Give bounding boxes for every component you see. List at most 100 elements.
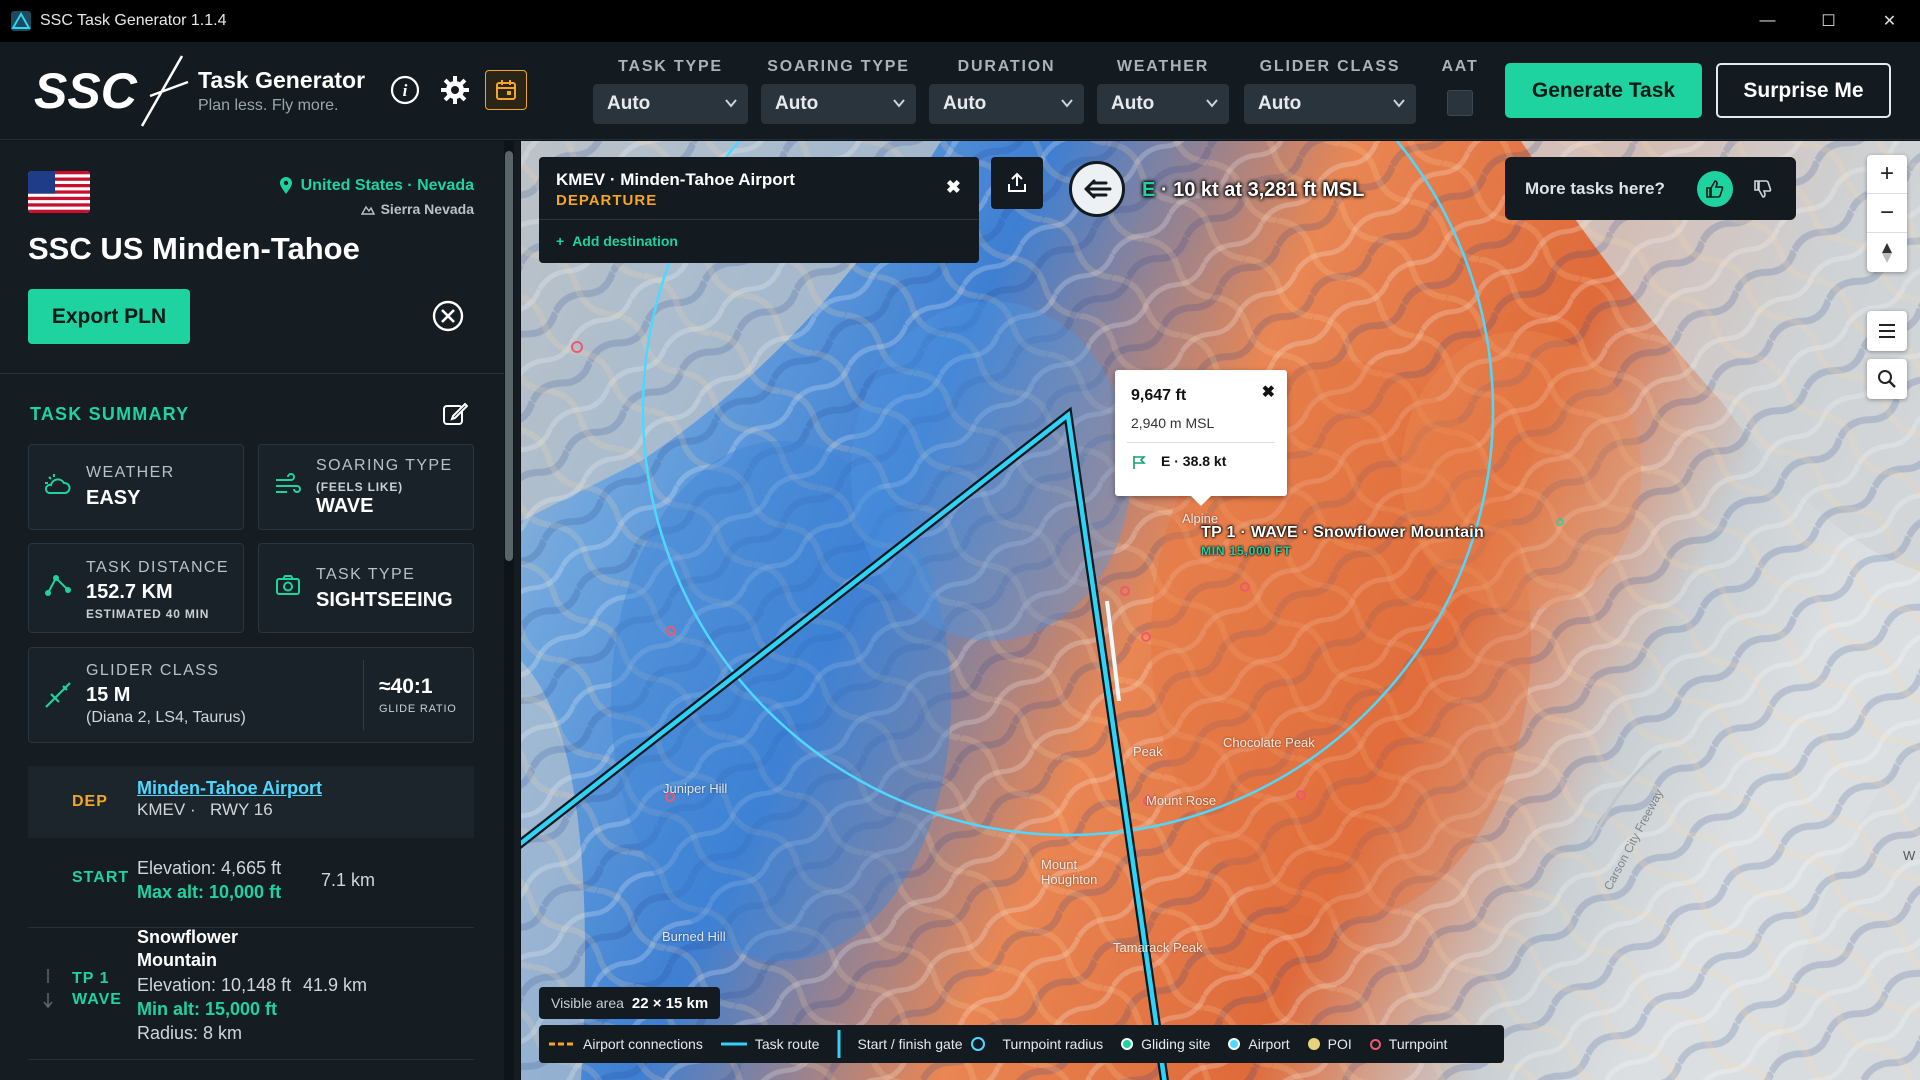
weather-cloud-sun-icon (44, 474, 71, 494)
glider-class-card: GLIDER CLASS 15 M (Diana 2, LS4, Taurus)… (28, 647, 474, 743)
close-circle-icon[interactable] (431, 299, 465, 333)
export-pln-button[interactable]: Export PLN (28, 289, 190, 344)
glider-card-models: (Diana 2, LS4, Taurus) (86, 709, 246, 726)
soaring-card-label: SOARING TYPE (316, 457, 453, 474)
leg-tp1-kind: WAVE (72, 991, 122, 1008)
legend-airport-connections: Airport connections (549, 1036, 703, 1052)
svg-text:i: i (403, 81, 408, 100)
edit-icon[interactable] (442, 401, 468, 427)
site-title: SSC US Minden-Tahoe (28, 231, 360, 266)
glider-class-label: GLIDER CLASS (1259, 58, 1401, 75)
location-area: Sierra Nevada (360, 201, 474, 217)
info-icon[interactable]: i (387, 72, 423, 108)
popup-close-button[interactable]: ✖ (1262, 382, 1275, 402)
chevron-down-icon (893, 99, 905, 108)
tp1-name-line2: Mountain (137, 950, 217, 970)
thumbs-down-icon[interactable] (1745, 171, 1781, 207)
soaring-type-card: SOARING TYPE (FEELS LIKE) WAVE (258, 444, 474, 530)
us-flag-icon (28, 171, 90, 213)
poi-dot-icon (1307, 1038, 1320, 1050)
radius-circle-icon (970, 1037, 985, 1051)
camera-icon (276, 575, 300, 595)
glider-class-select[interactable]: Auto (1244, 84, 1416, 124)
glider-card-value: 15 M (86, 684, 131, 706)
sidebar-scrollbar[interactable] (504, 141, 514, 1080)
scrollbar-thumb[interactable] (505, 151, 513, 561)
legend-start-finish: Start / finish gate (837, 1030, 985, 1058)
panel-divider (539, 219, 979, 220)
gliding-site-dot-icon (1121, 1038, 1134, 1050)
tp1-leg-distance: 41.9 km (303, 975, 368, 995)
task-summary-heading: TASK SUMMARY (30, 404, 190, 424)
task-distance-card: TASK DISTANCE 152.7 KM ESTIMATED 40 MIN (28, 543, 244, 633)
popup-elevation-m: 2,940 m MSL (1131, 415, 1215, 431)
start-elevation: Elevation: 4,665 ft (137, 858, 282, 878)
duration-select[interactable]: Auto (929, 84, 1084, 124)
glider-class-filter: GLIDER CLASS Auto (1244, 58, 1416, 124)
soaring-type-select[interactable]: Auto (761, 84, 916, 124)
start-leg-distance: 7.1 km (321, 870, 376, 890)
terrain-map[interactable] (521, 141, 1920, 1080)
share-button[interactable] (991, 157, 1043, 209)
departure-sep: · (190, 800, 196, 819)
wind-readout: E · 10 kt at 3,281 ft MSL (1142, 179, 1365, 201)
dashed-line-icon (549, 1042, 575, 1046)
leg-divider (28, 1059, 474, 1060)
glide-ratio-value: ≈40:1 (379, 675, 433, 698)
tp1-radius: Radius: 8 km (137, 1023, 243, 1043)
add-destination-button[interactable]: + Add destination (556, 233, 678, 249)
ssc-logo: SSC (34, 55, 189, 127)
departure-panel: KMEV · Minden-Tahoe Airport DEPARTURE ✖ … (539, 157, 979, 263)
aat-toggle: AAT (1438, 58, 1482, 116)
place-label: Burned Hill (662, 929, 726, 944)
route-line-icon (720, 1042, 747, 1046)
plus-icon: + (556, 233, 565, 249)
map-view[interactable]: Alpine Juniper Hill Chocolate Peak Peak … (521, 141, 1920, 1080)
generate-task-button[interactable]: Generate Task (1505, 63, 1702, 118)
leg-arrow-icon (43, 969, 53, 1009)
glider-card-label: GLIDER CLASS (86, 662, 220, 679)
zoom-in-button[interactable]: + (1867, 155, 1907, 194)
leg-dep-code: DEP (72, 793, 108, 810)
thumbs-up-icon[interactable] (1697, 171, 1733, 207)
departure-runway: RWY 16 (210, 800, 273, 819)
turnpoint-min-alt: MIN 15,000 FT (1201, 544, 1292, 558)
legend-turnpoint-radius: Turnpoint radius (1002, 1036, 1104, 1052)
zoom-out-button[interactable]: − (1867, 194, 1907, 233)
tp1-min-alt: Min alt: 15,000 ft (137, 999, 278, 1019)
app-icon (11, 11, 31, 31)
tp1-name-line1: Snowflower (137, 927, 239, 947)
aat-checkbox[interactable] (1447, 90, 1473, 116)
airport-dot-icon (1228, 1038, 1241, 1050)
task-type-card: TASK TYPE SIGHTSEEING (258, 543, 474, 633)
compass-north-icon[interactable] (1867, 233, 1907, 272)
popup-wind: E · 38.8 kt (1161, 453, 1227, 469)
close-panel-button[interactable]: ✖ (946, 177, 961, 198)
wind-flag-icon (1133, 456, 1146, 469)
settings-gear-icon[interactable] (437, 72, 473, 108)
surprise-me-button[interactable]: Surprise Me (1716, 63, 1891, 118)
task-type-filter: TASK TYPE Auto (593, 58, 748, 124)
weather-select[interactable]: Auto (1097, 84, 1229, 124)
brand-subtitle: Plan less. Fly more. (198, 97, 339, 114)
mountain-icon (360, 205, 375, 215)
distance-card-label: TASK DISTANCE (86, 559, 229, 576)
search-icon[interactable] (1867, 359, 1907, 399)
close-window-button[interactable]: ✕ (1859, 0, 1920, 42)
layers-menu-icon[interactable] (1867, 311, 1907, 351)
task-type-select[interactable]: Auto (593, 84, 748, 124)
minimize-button[interactable]: — (1737, 0, 1798, 42)
leg-tp1-code: TP 1 (72, 970, 110, 987)
departure-airport-link[interactable]: Minden-Tahoe Airport (137, 778, 322, 799)
leg-divider (28, 927, 474, 928)
weather-card-label: WEATHER (86, 464, 175, 481)
start-max-alt: Max alt: 10,000 ft (137, 882, 282, 902)
leg-start-code: START (72, 869, 130, 886)
calendar-icon[interactable] (485, 70, 527, 110)
window-titlebar: SSC Task Generator 1.1.4 — ☐ ✕ (0, 0, 1920, 42)
chevron-down-icon (1393, 99, 1405, 108)
task-type-card-label: TASK TYPE (316, 566, 416, 583)
maximize-button[interactable]: ☐ (1798, 0, 1859, 42)
visible-area-badge: Visible area 22 × 15 km (539, 987, 721, 1019)
aat-label: AAT (1441, 58, 1479, 75)
